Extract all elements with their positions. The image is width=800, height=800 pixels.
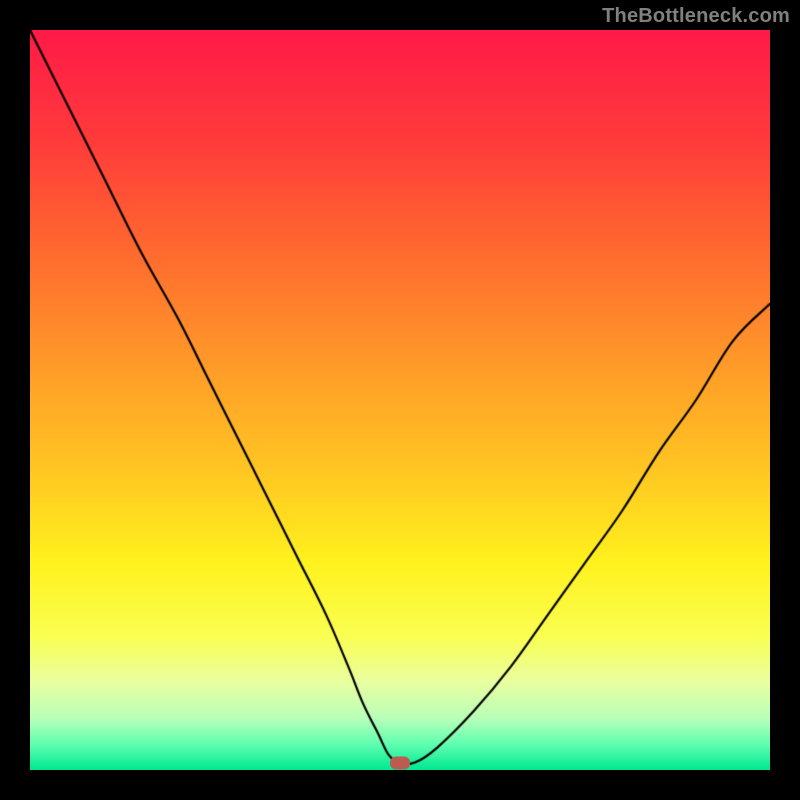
optimal-point-marker bbox=[390, 756, 410, 769]
bottleneck-curve bbox=[30, 30, 770, 770]
chart-container: TheBottleneck.com bbox=[0, 0, 800, 800]
watermark-text: TheBottleneck.com bbox=[602, 5, 790, 28]
plot-area bbox=[30, 30, 770, 770]
